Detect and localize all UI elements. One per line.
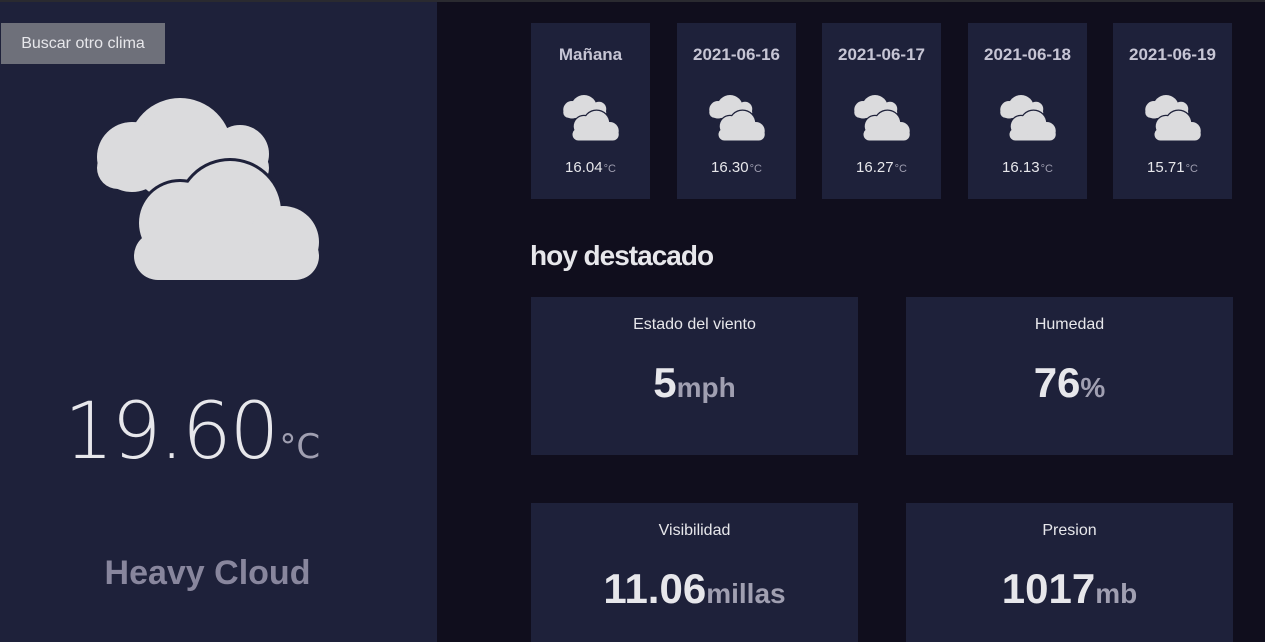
forecast-temperature: 16.27°C [822, 159, 941, 176]
wind-unit: mph [676, 372, 736, 403]
visibility-label: Visibilidad [658, 522, 731, 539]
pressure-number: 1017 [1001, 565, 1096, 612]
humidity-label: Humedad [1034, 316, 1105, 333]
visibility-value: 11.06millas [531, 561, 858, 627]
forecast-temperature: 16.30°C [677, 159, 796, 176]
forecast-card: 2021-06-17 16.27°C [822, 23, 941, 199]
pressure-card: Presion 1017mb [906, 503, 1233, 642]
visibility-card: Visibilidad 11.06millas [531, 503, 858, 642]
forecast-temperature-unit: °C [603, 163, 616, 175]
forecast-card: 2021-06-19 15.71°C [1113, 23, 1232, 199]
wind-speed: 5 [653, 359, 677, 406]
forecast-temperature: 16.13°C [968, 159, 1087, 176]
forecast-temperature-value: 15.71 [1147, 159, 1185, 176]
forecast-date: 2021-06-19 [1129, 45, 1216, 64]
heavy-cloud-icon [709, 93, 765, 142]
forecast-temperature-unit: °C [749, 163, 762, 175]
humidity-number: 76 [1033, 359, 1081, 406]
heavy-cloud-icon [1000, 93, 1056, 142]
pressure-label: Presion [1042, 522, 1097, 539]
highlights-title: hoy destacado [530, 240, 714, 271]
forecast-temperature-value: 16.30 [711, 159, 749, 176]
heavy-cloud-icon [1145, 93, 1201, 142]
visibility-number: 11.06 [603, 565, 707, 612]
forecast-temperature: 15.71°C [1113, 159, 1232, 176]
weather-app: Buscar otro clima 19.60°C Heavy Cloud Ma… [0, 0, 1265, 642]
forecast-temperature-value: 16.27 [856, 159, 894, 176]
current-weather-panel: Buscar otro clima 19.60°C Heavy Cloud [0, 2, 437, 642]
humidity-card: Humedad 76% [906, 297, 1233, 455]
current-temperature: 19.60°C [64, 382, 364, 482]
forecast-date: 2021-06-18 [984, 45, 1071, 64]
forecast-temperature: 16.04°C [531, 159, 650, 176]
forecast-date: Mañana [558, 45, 623, 64]
heavy-cloud-icon [854, 93, 910, 142]
forecast-temperature-value: 16.04 [565, 159, 603, 176]
pressure-unit: mb [1095, 578, 1138, 609]
heavy-cloud-icon [563, 93, 619, 142]
temperature-unit: °C [279, 427, 321, 467]
wind-status-label: Estado del viento [633, 316, 756, 333]
forecast-temperature-value: 16.13 [1002, 159, 1040, 176]
forecast-temperature-unit: °C [1040, 163, 1053, 175]
forecast-temperature-unit: °C [1185, 163, 1198, 175]
forecast-card: 2021-06-18 16.13°C [968, 23, 1087, 199]
forecast-date: 2021-06-17 [838, 45, 925, 64]
forecast-card: 2021-06-16 16.30°C [677, 23, 796, 199]
temperature-value: 19.60 [64, 387, 279, 477]
forecast-card: Mañana 16.04°C [531, 23, 650, 199]
wind-status-card: Estado del viento 5mph [531, 297, 858, 455]
weather-condition: Heavy Cloud [104, 554, 311, 592]
search-other-weather-button[interactable]: Buscar otro clima [1, 23, 165, 64]
forecast-date: 2021-06-16 [693, 45, 780, 64]
visibility-unit: millas [706, 578, 786, 609]
forecast-temperature-unit: °C [894, 163, 907, 175]
wind-status-value: 5mph [531, 355, 858, 421]
heavy-cloud-icon [97, 98, 320, 281]
pressure-value: 1017mb [906, 561, 1233, 627]
humidity-value: 76% [906, 355, 1233, 421]
humidity-unit: % [1080, 372, 1106, 403]
